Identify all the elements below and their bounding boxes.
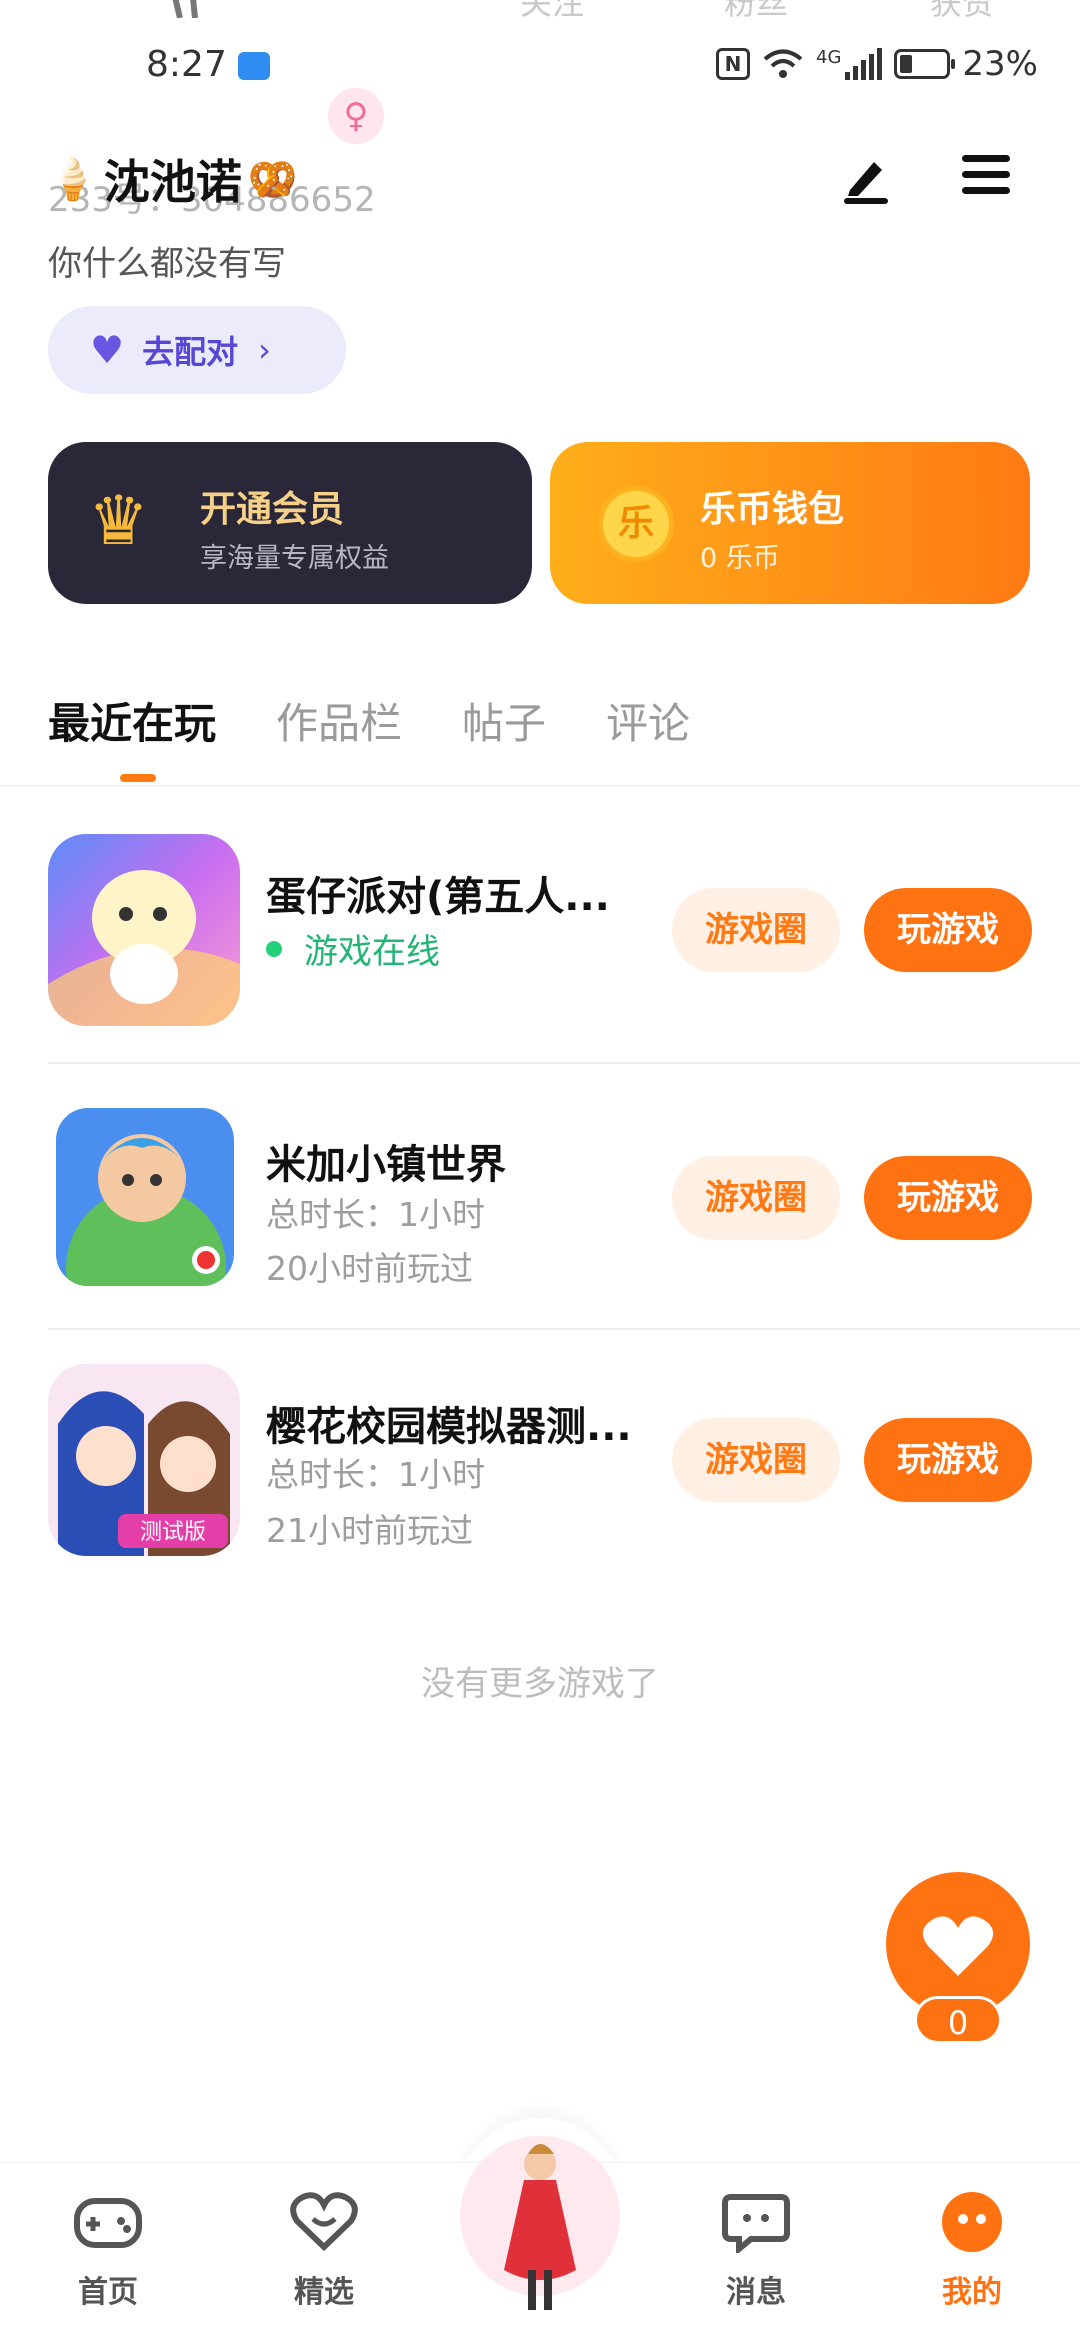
pretzel-icon: 🥨 [247, 156, 298, 203]
heart-outline-icon [290, 2192, 358, 2252]
ice-cream-icon: 🍦 [48, 156, 98, 203]
edit-profile-icon[interactable] [838, 150, 894, 206]
game-icon-eggy-party[interactable] [48, 834, 240, 1026]
game-total-duration: 总时长：1小时 [266, 1455, 485, 1494]
message-icon [722, 2194, 790, 2256]
vip-membership-card[interactable]: ♛ 开通会员 享海量专属权益 [48, 442, 532, 604]
profile-bio: 你什么都没有写 [48, 244, 286, 284]
game-title: 米加小镇世界 [266, 1142, 506, 1188]
gamepad-icon [74, 2198, 142, 2248]
status-bar: 8:27 N 4G 23% [0, 40, 1080, 96]
vip-subtitle: 享海量专属权益 [200, 543, 389, 574]
heart-icon [922, 1916, 994, 1976]
match-button-label: 去配对 [142, 333, 239, 371]
menu-icon[interactable] [956, 148, 1016, 208]
like-button[interactable] [886, 1872, 1030, 2016]
stat-following-label[interactable]: 关注 [520, 0, 584, 24]
match-button[interactable]: ♥ 去配对 › [48, 306, 346, 394]
status-time: 8:27 [146, 44, 227, 85]
game-icon-sakura-school[interactable]: 测试版 [48, 1364, 240, 1556]
tab-works[interactable]: 作品栏 [276, 690, 402, 751]
nfc-icon: N [716, 48, 751, 80]
profile-name-row: 🍦 沈池诺 🥨 [48, 146, 298, 212]
game-circle-button[interactable]: 游戏圈 [672, 1418, 840, 1502]
play-game-button[interactable]: 玩游戏 [864, 1156, 1032, 1240]
nav-featured[interactable]: 精选 [254, 2191, 394, 2311]
game-icon-miga-town[interactable] [56, 1108, 234, 1286]
crown-icon: ♛ [88, 482, 149, 561]
tab-comments[interactable]: 评论 [606, 690, 690, 751]
avatar-peek [172, 0, 198, 18]
game-last-played: 21小时前玩过 [266, 1511, 473, 1550]
tab-indicator [120, 774, 156, 782]
profile-stats-peek: 关注 粉丝 获赞 [0, 0, 1080, 38]
online-dot-icon [266, 940, 282, 957]
svg-text:测试版: 测试版 [140, 1520, 206, 1545]
profile-tabs: 最近在玩 作品栏 帖子 评论 [48, 690, 690, 751]
game-row[interactable]: 测试版 樱花校园模拟器测... 总时长：1小时 21小时前玩过 游戏圈 玩游戏 [0, 1364, 1080, 1630]
signal-icon [845, 48, 883, 80]
cloud-icon [238, 52, 270, 80]
nav-mine-label: 我的 [942, 2275, 1002, 2310]
play-game-button[interactable]: 玩游戏 [864, 888, 1032, 972]
coin-icon: 乐 [598, 486, 674, 562]
network-type: 4G [816, 46, 842, 68]
heart-icon: ♥ [90, 328, 125, 372]
no-more-games-note: 没有更多游戏了 [421, 1664, 659, 1704]
tab-recent[interactable]: 最近在玩 [48, 690, 216, 751]
play-game-button[interactable]: 玩游戏 [864, 1418, 1032, 1502]
nav-home-label: 首页 [78, 2275, 138, 2310]
wifi-icon [763, 49, 803, 78]
vip-title: 开通会员 [200, 489, 345, 530]
wallet-card[interactable]: 乐 乐币钱包 0 乐币 [550, 442, 1030, 604]
game-title: 樱花校园模拟器测... [266, 1404, 632, 1450]
game-circle-button[interactable]: 游戏圈 [672, 1156, 840, 1240]
wallet-title: 乐币钱包 [700, 489, 845, 530]
wallet-balance: 0 乐币 [700, 543, 780, 574]
divider [0, 785, 1080, 787]
game-row[interactable]: 米加小镇世界 总时长：1小时 20小时前玩过 游戏圈 玩游戏 [0, 1102, 1080, 1368]
game-last-played: 20小时前玩过 [266, 1249, 473, 1288]
like-count: 0 [914, 1996, 1002, 2044]
battery-level: 23% [962, 44, 1038, 84]
game-online-status: 游戏在线 [266, 924, 440, 973]
nav-messages[interactable]: 消息 [686, 2191, 826, 2311]
profile-name: 沈池诺 [103, 155, 242, 209]
nav-featured-label: 精选 [294, 2275, 354, 2310]
gender-female-badge: ♀ [328, 88, 384, 144]
divider [48, 1328, 1080, 1330]
chevron-right-icon: › [258, 331, 271, 369]
game-circle-button[interactable]: 游戏圈 [672, 888, 840, 972]
stat-fans-label[interactable]: 粉丝 [724, 0, 788, 24]
battery-icon [894, 49, 956, 79]
tab-posts[interactable]: 帖子 [462, 690, 546, 751]
nav-mine[interactable]: 我的 [902, 2191, 1042, 2311]
stat-likes-label[interactable]: 获赞 [930, 0, 994, 24]
game-total-duration: 总时长：1小时 [266, 1195, 485, 1234]
game-title: 蛋仔派对(第五人... [266, 874, 610, 920]
divider [48, 1062, 1080, 1064]
profile-face-icon [942, 2192, 1002, 2252]
nav-messages-label: 消息 [726, 2275, 786, 2310]
game-row[interactable]: 蛋仔派对(第五人... 游戏在线 游戏圈 玩游戏 [0, 834, 1080, 1100]
nav-home[interactable]: 首页 [38, 2191, 178, 2311]
online-status-label: 游戏在线 [304, 932, 440, 972]
character-avatar[interactable] [458, 2120, 622, 2320]
